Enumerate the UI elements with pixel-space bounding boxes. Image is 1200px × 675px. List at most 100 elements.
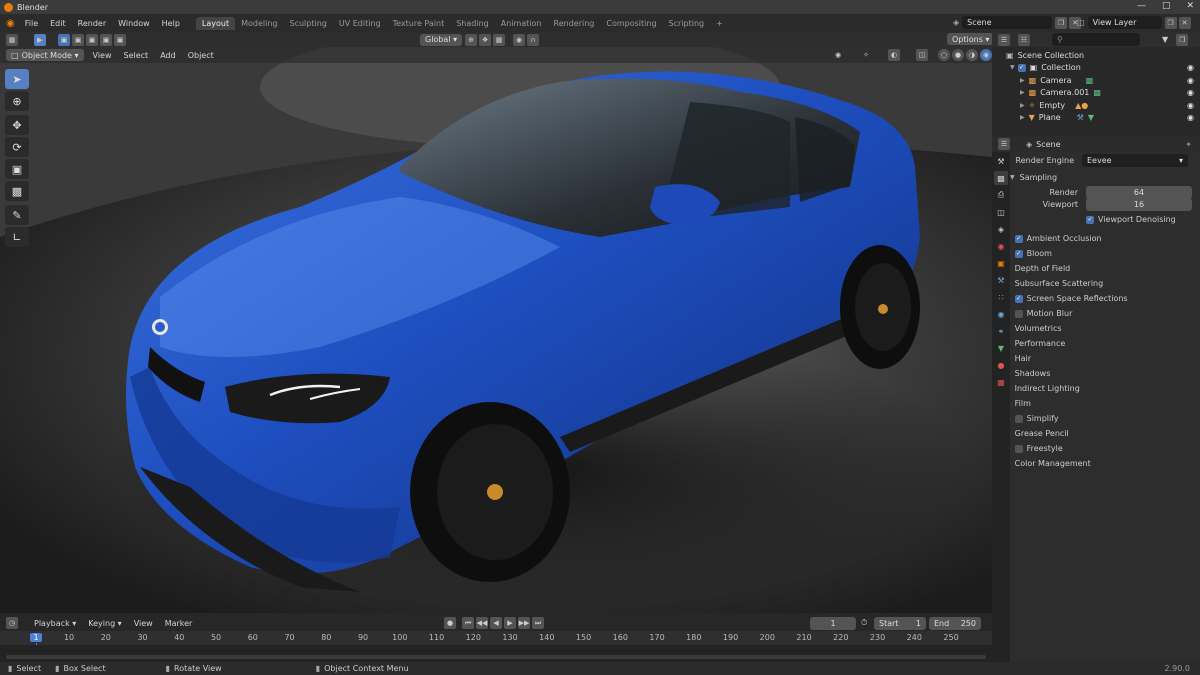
new-view-layer-icon[interactable]: ❐ xyxy=(1164,16,1177,29)
overlay-icon[interactable]: ◐ xyxy=(888,49,900,61)
data-tab-icon[interactable]: ▼ xyxy=(994,341,1008,355)
jump-start-icon[interactable]: ⏮ xyxy=(462,617,474,629)
wireframe-shading-icon[interactable]: ○ xyxy=(938,49,950,61)
editor-type-icon[interactable]: ▦ xyxy=(6,33,18,46)
panel-ambient-occlusion[interactable]: ▶✓Ambient Occlusion xyxy=(992,231,1200,246)
menu-help[interactable]: Help xyxy=(156,19,186,28)
falloff-icon[interactable]: ∩ xyxy=(527,33,540,46)
gizmo-icon[interactable]: ✧ xyxy=(860,49,872,61)
mode-invert-icon[interactable]: ▣ xyxy=(100,33,112,46)
new-collection-icon[interactable]: ❐ xyxy=(1176,33,1189,46)
select-tool-icon[interactable]: ➤ xyxy=(5,69,29,89)
eye-icon[interactable]: ◉ xyxy=(1187,101,1194,110)
delete-view-layer-icon[interactable]: ✕ xyxy=(1178,16,1191,29)
object-tab-icon[interactable]: ▣ xyxy=(994,256,1008,270)
panel-performance[interactable]: ▶Performance xyxy=(992,336,1200,351)
move-tool-icon[interactable]: ✥ xyxy=(5,115,29,135)
solid-shading-icon[interactable]: ● xyxy=(952,49,964,61)
render-engine-dropdown[interactable]: Eevee ▾ xyxy=(1082,154,1188,167)
panel-checkbox[interactable]: ✓ xyxy=(1014,249,1023,258)
next-keyframe-icon[interactable]: ▶▶ xyxy=(518,617,530,629)
panel-simplify[interactable]: ▶Simplify xyxy=(992,411,1200,426)
tab-animation[interactable]: Animation xyxy=(495,17,548,30)
scene-field[interactable]: Scene xyxy=(962,16,1053,29)
rotate-tool-icon[interactable]: ⟳ xyxy=(5,137,29,157)
rendered-shading-icon[interactable]: ◉ xyxy=(980,49,992,61)
stopwatch-icon[interactable]: ⏱ xyxy=(861,618,867,628)
panel-grease-pencil[interactable]: ▶Grease Pencil xyxy=(992,426,1200,441)
prev-keyframe-icon[interactable]: ◀◀ xyxy=(476,617,488,629)
timeline-editor-icon[interactable]: ◷ xyxy=(6,617,18,629)
snap-target-icon[interactable]: ▦ xyxy=(493,33,506,46)
viewport-denoising-checkbox[interactable]: ✓ xyxy=(1086,215,1094,224)
material-tab-icon[interactable]: ● xyxy=(994,358,1008,372)
timeline-ruler[interactable]: 1 10 20 30 40 50 60 70 80 90 100 110 120 130 140 150 160… xyxy=(0,631,992,661)
3d-viewport[interactable] xyxy=(0,47,992,613)
transform-tool-icon[interactable]: ▩ xyxy=(5,181,29,201)
mode-extend-icon[interactable]: ▣ xyxy=(72,33,84,46)
panel-checkbox[interactable] xyxy=(1014,309,1023,318)
expand-arrow-icon[interactable]: ▶ xyxy=(1020,102,1025,109)
viewport-menu-view[interactable]: View xyxy=(87,51,118,60)
outliner-search-input[interactable]: ⚲ xyxy=(1052,33,1140,46)
collection-checkbox[interactable]: ✓ xyxy=(1017,63,1026,72)
pin-icon[interactable]: ✦ xyxy=(1185,140,1192,149)
menu-render[interactable]: Render xyxy=(72,19,112,28)
panel-checkbox[interactable] xyxy=(1014,414,1023,423)
end-frame-field[interactable]: End 250 xyxy=(929,616,981,630)
new-scene-icon[interactable]: ❐ xyxy=(1055,16,1068,29)
timeline-track[interactable] xyxy=(0,645,992,662)
tab-rendering[interactable]: Rendering xyxy=(548,17,601,30)
panel-volumetrics[interactable]: ▶Volumetrics xyxy=(992,321,1200,336)
tool-tab-icon[interactable]: ⚒ xyxy=(994,154,1008,168)
panel-subsurface-scattering[interactable]: ▶Subsurface Scattering xyxy=(992,276,1200,291)
viewport-denoising-row[interactable]: ✓ Viewport Denoising xyxy=(1016,212,1200,227)
panel-screen-space-reflections[interactable]: ▶✓Screen Space Reflections xyxy=(992,291,1200,306)
tab-shading[interactable]: Shading xyxy=(450,17,495,30)
viewport-menu-add[interactable]: Add xyxy=(154,51,182,60)
start-frame-field[interactable]: Start 1 xyxy=(874,616,926,630)
expand-arrow-icon[interactable]: ▶ xyxy=(1020,114,1025,121)
panel-bloom[interactable]: ▶✓Bloom xyxy=(992,246,1200,261)
expand-arrow-icon[interactable]: ▼ xyxy=(1010,64,1015,71)
outliner-row-scene-collection[interactable]: ▣ Scene Collection xyxy=(1006,49,1200,62)
mode-dropdown[interactable]: □ Object Mode ▾ xyxy=(6,49,84,61)
outliner-row-empty[interactable]: ▶ ✧ Empty ▲● ◉ xyxy=(1006,99,1200,112)
outliner-row-camera[interactable]: ▶ ▩ Camera ▩ ◉ xyxy=(1006,74,1200,87)
scene-tab-icon[interactable]: ◈ xyxy=(994,222,1008,236)
tab-sculpting[interactable]: Sculpting xyxy=(284,17,333,30)
mode-subtract-icon[interactable]: ▣ xyxy=(86,33,98,46)
panel-freestyle[interactable]: ▶Freestyle xyxy=(992,441,1200,456)
outliner-row-collection[interactable]: ▼ ✓ ▣ Collection ◉ xyxy=(1006,62,1200,75)
menu-edit[interactable]: Edit xyxy=(44,19,72,28)
maximize-icon[interactable]: □ xyxy=(1162,1,1171,11)
display-mode-icon[interactable]: ☷ xyxy=(1018,33,1030,46)
timeline-menu-view[interactable]: View xyxy=(128,619,159,628)
annotate-tool-icon[interactable]: ✎ xyxy=(5,205,29,225)
eye-icon[interactable]: ◉ xyxy=(1187,76,1194,85)
view-layer-tab-icon[interactable]: ◫ xyxy=(994,205,1008,219)
material-shading-icon[interactable]: ◑ xyxy=(966,49,978,61)
panel-shadows[interactable]: ▶Shadows xyxy=(992,366,1200,381)
transform-orientation-dropdown[interactable]: Global ▾ xyxy=(420,33,463,46)
constraints-tab-icon[interactable]: ⚭ xyxy=(994,324,1008,338)
properties-editor-icon[interactable]: ☰ xyxy=(998,138,1010,150)
xray-icon[interactable]: ◫ xyxy=(916,49,928,61)
eye-icon[interactable]: ◉ xyxy=(1187,113,1194,122)
panel-checkbox[interactable] xyxy=(1014,444,1023,453)
blender-menu-icon[interactable]: ◉ xyxy=(6,18,15,29)
select-box-tool-icon[interactable]: ▶ xyxy=(34,33,46,46)
mode-new-icon[interactable]: ▣ xyxy=(58,33,70,46)
options-button[interactable]: Options ▾ xyxy=(947,33,995,45)
tab-layout[interactable]: Layout xyxy=(195,16,236,30)
texture-tab-icon[interactable]: ▦ xyxy=(994,375,1008,389)
panel-color-management[interactable]: ▶Color Management xyxy=(992,456,1200,471)
panel-hair[interactable]: ▶Hair xyxy=(992,351,1200,366)
tab-texture-paint[interactable]: Texture Paint xyxy=(387,17,451,30)
menu-window[interactable]: Window xyxy=(112,19,156,28)
modifiers-tab-icon[interactable]: ⚒ xyxy=(994,273,1008,287)
view-layer-field[interactable]: View Layer xyxy=(1087,16,1162,29)
panel-film[interactable]: ▶Film xyxy=(992,396,1200,411)
physics-tab-icon[interactable]: ◉ xyxy=(994,307,1008,321)
expand-arrow-icon[interactable]: ▶ xyxy=(1020,89,1025,96)
